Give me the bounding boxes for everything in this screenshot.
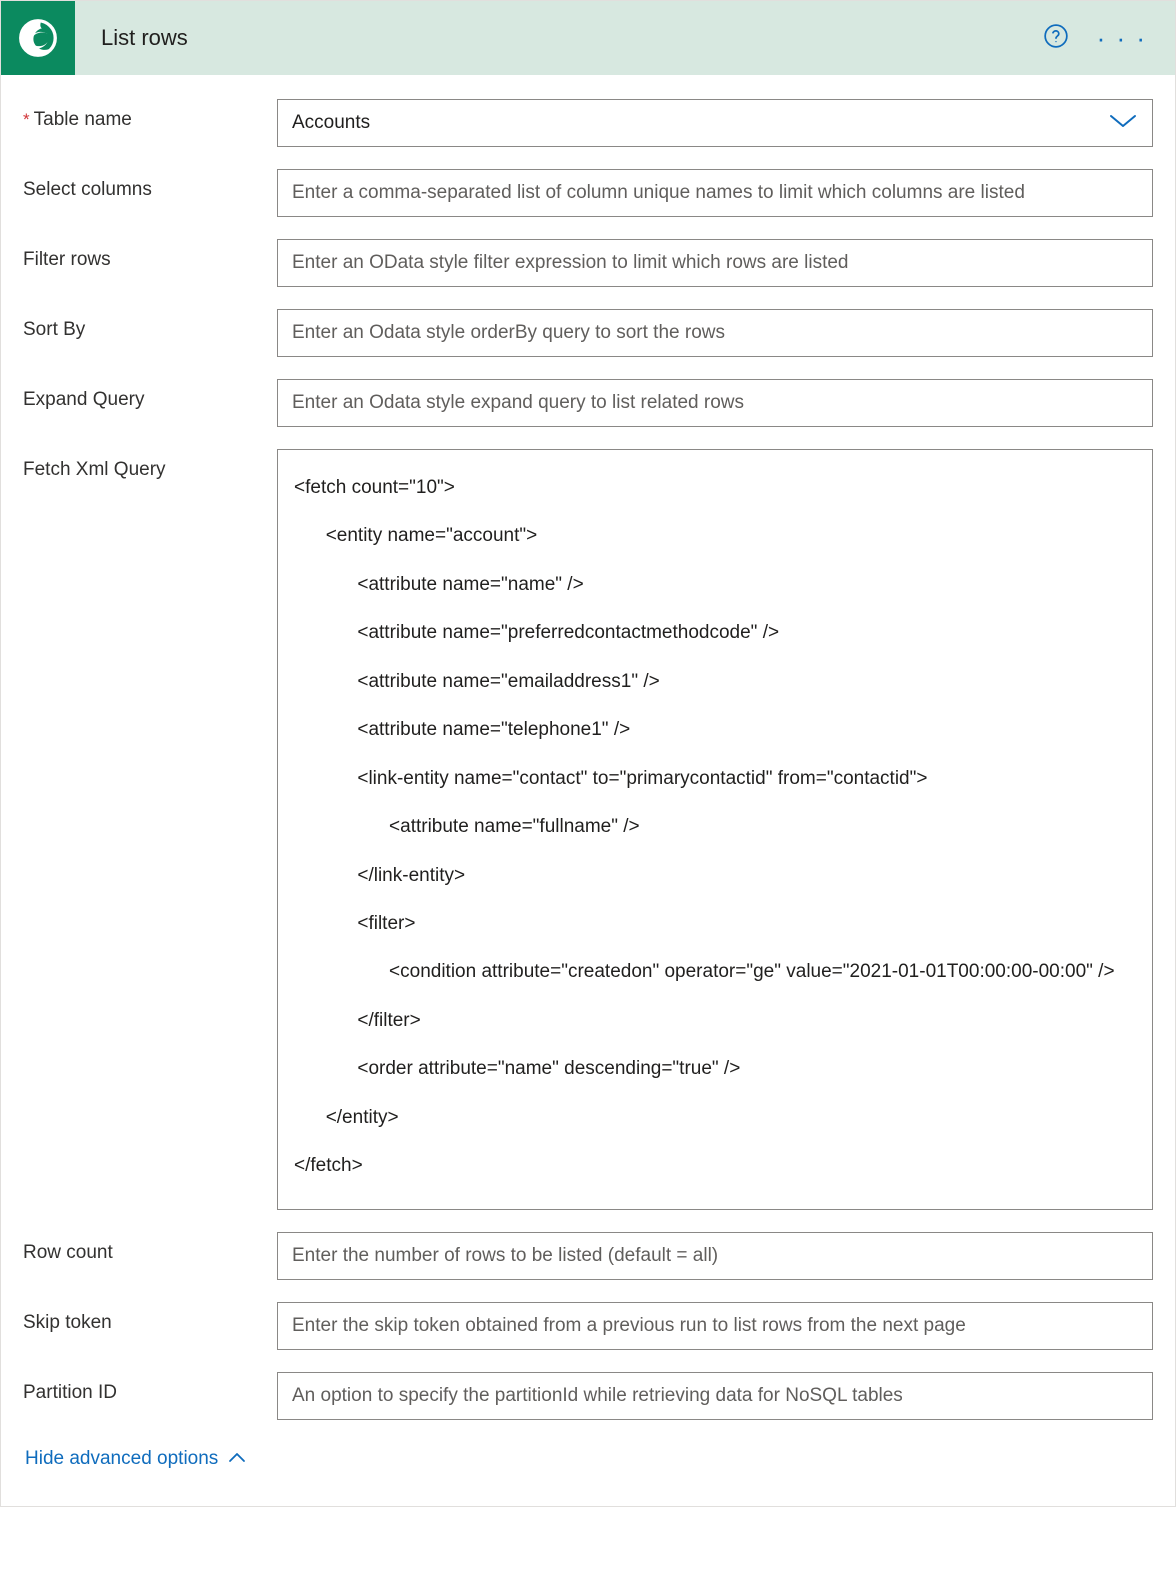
field-label: Select columns (23, 169, 277, 201)
field-label: Fetch Xml Query (23, 449, 277, 481)
field-label: Sort By (23, 309, 277, 341)
select-columns-input[interactable] (277, 169, 1153, 217)
field-row-expand-query: Expand Query (23, 379, 1153, 427)
sort-by-input[interactable] (277, 309, 1153, 357)
field-row-partition-id: Partition ID (23, 1372, 1153, 1420)
field-label: Skip token (23, 1302, 277, 1334)
field-label: Partition ID (23, 1372, 277, 1404)
filter-rows-input[interactable] (277, 239, 1153, 287)
field-row-select-columns: Select columns (23, 169, 1153, 217)
field-label: * Table name (23, 99, 277, 131)
fetch-xml-textarea[interactable]: <fetch count="10"> <entity name="account… (277, 449, 1153, 1210)
link-label: Hide advanced options (25, 1448, 218, 1470)
partition-id-input[interactable] (277, 1372, 1153, 1420)
field-row-filter-rows: Filter rows (23, 239, 1153, 287)
field-row-row-count: Row count (23, 1232, 1153, 1280)
field-label: Expand Query (23, 379, 277, 411)
card-header: List rows · · · (1, 1, 1175, 75)
chevron-down-icon (1108, 111, 1138, 135)
row-count-input[interactable] (277, 1232, 1153, 1280)
field-row-table-name: * Table name Accounts (23, 99, 1153, 147)
field-row-skip-token: Skip token (23, 1302, 1153, 1350)
header-actions: · · · (1043, 23, 1159, 54)
field-row-fetch-xml: Fetch Xml Query <fetch count="10"> <enti… (23, 449, 1153, 1210)
field-label: Filter rows (23, 239, 277, 271)
help-icon[interactable] (1043, 23, 1069, 54)
skip-token-input[interactable] (277, 1302, 1153, 1350)
dataverse-icon (1, 1, 75, 75)
more-icon[interactable]: · · · (1097, 25, 1147, 51)
card-title: List rows (101, 25, 1043, 51)
table-name-select[interactable]: Accounts (277, 99, 1153, 147)
footer: Hide advanced options (23, 1420, 1153, 1478)
expand-query-input[interactable] (277, 379, 1153, 427)
field-row-sort-by: Sort By (23, 309, 1153, 357)
field-label: Row count (23, 1232, 277, 1264)
hide-advanced-options-link[interactable]: Hide advanced options (25, 1448, 246, 1470)
required-indicator: * (23, 110, 30, 130)
select-value: Accounts (292, 112, 370, 134)
list-rows-card: List rows · · · * Table name Accounts (0, 0, 1176, 1507)
chevron-up-icon (228, 1448, 246, 1470)
card-body: * Table name Accounts Select columns (1, 75, 1175, 1506)
